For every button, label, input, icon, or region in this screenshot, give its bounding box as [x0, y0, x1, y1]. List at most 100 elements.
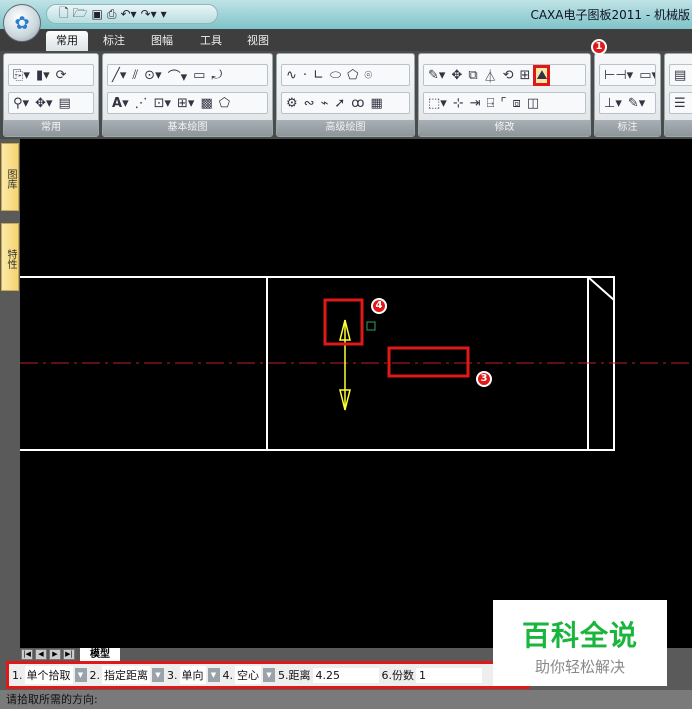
- scale-icon[interactable]: ⬚▾: [428, 96, 447, 111]
- chevron-down-icon[interactable]: ▼: [263, 668, 275, 682]
- polygon-icon[interactable]: ⬠: [347, 68, 358, 83]
- hatch-icon[interactable]: ▩: [200, 96, 212, 111]
- chevron-down-icon[interactable]: ▼: [74, 668, 87, 682]
- chamfer-icon[interactable]: ⌜: [500, 96, 506, 111]
- fill-select[interactable]: 空心: [235, 666, 261, 684]
- drawing-canvas[interactable]: 4 3: [9, 139, 692, 649]
- ellipse-icon[interactable]: ⬭: [330, 68, 341, 83]
- region-icon[interactable]: ⬠: [219, 96, 230, 111]
- break-line-icon[interactable]: ⌁: [321, 96, 329, 111]
- group-label: 修改: [419, 120, 590, 136]
- group-label: 高级绘图: [277, 120, 414, 136]
- status-prompt: 请拾取所需的方向:: [0, 690, 692, 709]
- chamfer-diagonal: [587, 276, 615, 301]
- distance-input[interactable]: 4.25: [312, 667, 379, 683]
- copies-input[interactable]: 1: [416, 667, 482, 683]
- tab-common[interactable]: 常用: [46, 31, 88, 51]
- move-icon[interactable]: ✥: [451, 68, 462, 83]
- gear-icon[interactable]: ⚙: [286, 96, 298, 111]
- mirror-icon[interactable]: ⏃: [484, 66, 497, 85]
- watermark-subtitle: 助你轻松解决: [534, 658, 625, 676]
- block-icon[interactable]: ⊡▾: [154, 96, 171, 111]
- explode-icon[interactable]: ⧈: [513, 96, 521, 111]
- pan-icon[interactable]: ✥▾: [35, 96, 52, 111]
- pick-mode-select[interactable]: 单个拾取: [24, 666, 73, 684]
- hole-icon[interactable]: ⌾: [364, 68, 372, 83]
- dimension-icon[interactable]: ⊢⊣▾: [604, 68, 633, 83]
- left-panel: 图库 特性: [0, 139, 20, 649]
- first-sheet-button[interactable]: |◀: [21, 649, 33, 660]
- library-tab[interactable]: 图库: [1, 143, 19, 211]
- group-label: 基本绘图: [103, 120, 272, 136]
- offset-icon[interactable]: ⛰: [533, 64, 551, 86]
- linetype-icon[interactable]: ☰: [674, 96, 686, 111]
- break-icon[interactable]: ◫: [527, 96, 539, 111]
- parallel-icon[interactable]: ⫽: [132, 68, 138, 83]
- next-sheet-button[interactable]: ▶: [49, 649, 61, 660]
- spline-icon[interactable]: ∿: [286, 68, 297, 83]
- group-modify: ✎▾ ✥ ⧉ ⏃ ⟲ ⊞ ⛰ ⬚▾ ⊹ ⇥ ⍈ ⌜ ⧈ ◫ 修改: [418, 53, 591, 137]
- option-1-label: 1.: [12, 668, 23, 682]
- line-icon[interactable]: ╱▾: [112, 68, 126, 83]
- chevron-down-icon[interactable]: ▼: [207, 668, 220, 682]
- distance-mode-select[interactable]: 指定距离: [102, 666, 150, 684]
- ribbon-tabs: 常用 标注 图幅 工具 视图: [0, 29, 692, 51]
- circle-icon[interactable]: ⊙▾: [144, 68, 161, 83]
- point-icon[interactable]: ·: [303, 68, 307, 83]
- group-common: ⎘▾ ▮▾ ⟳ ⚲▾ ✥▾ ▤ 常用: [3, 53, 99, 137]
- title-bar: 🗋 🗁 ▣ ⎙ ↶▾ ↷▾ ▾ CAXA电子图板2011 - 机械版: [0, 0, 692, 29]
- annotation-badge-1: 1: [591, 39, 607, 55]
- undo-icon[interactable]: ↶▾: [121, 7, 137, 21]
- group-label: 常用: [4, 120, 98, 136]
- application-menu-button[interactable]: ✿: [3, 4, 41, 42]
- refresh-icon[interactable]: ⟳: [56, 68, 67, 83]
- new-icon[interactable]: 🗋: [59, 4, 69, 25]
- centerline-icon[interactable]: ⋰: [135, 96, 148, 111]
- arrow-icon[interactable]: ➚: [334, 96, 345, 111]
- rotate-icon[interactable]: ⟲: [503, 68, 514, 83]
- properties-icon[interactable]: ▤: [58, 96, 70, 111]
- arc-icon[interactable]: ⌒▾: [168, 66, 188, 85]
- properties-tab[interactable]: 特性: [1, 223, 19, 291]
- edit-dim-icon[interactable]: ✎▾: [628, 96, 645, 111]
- zoom-icon[interactable]: ⚲▾: [13, 96, 29, 111]
- coordinate-dim-icon[interactable]: ▭▾: [639, 68, 655, 83]
- format-icon[interactable]: ▮▾: [36, 68, 50, 83]
- datum-icon[interactable]: ⊥▾: [604, 96, 622, 111]
- chevron-down-icon[interactable]: ▼: [152, 668, 164, 682]
- option-3-label: 3.: [167, 668, 178, 682]
- sheet-tab-model[interactable]: 模型: [80, 648, 120, 661]
- open-icon[interactable]: 🗁: [73, 4, 88, 25]
- array-icon[interactable]: ⊞: [520, 68, 531, 83]
- cursor-box: [366, 321, 376, 331]
- insert-icon[interactable]: ⊞▾: [177, 96, 194, 111]
- tab-tools[interactable]: 工具: [200, 31, 222, 51]
- print-icon[interactable]: ⎙: [107, 7, 117, 22]
- tab-frame[interactable]: 图幅: [151, 31, 173, 51]
- drawing: [9, 276, 692, 451]
- extend-icon[interactable]: ⇥: [470, 96, 481, 111]
- direction-select[interactable]: 单向: [179, 666, 206, 684]
- watermark-title: 百科全说: [521, 619, 638, 652]
- angle-line-icon[interactable]: ∟: [313, 68, 324, 83]
- rectangle-icon[interactable]: ▭: [193, 68, 205, 83]
- distance-label: 5.距离: [278, 669, 311, 682]
- stretch-icon[interactable]: ⍈: [487, 96, 495, 111]
- customize-icon[interactable]: ▾: [161, 7, 167, 21]
- prev-sheet-button[interactable]: ◀: [35, 649, 47, 660]
- table-icon[interactable]: ▦: [371, 96, 383, 111]
- paste-icon[interactable]: ⎘▾: [13, 68, 30, 83]
- layer-icon[interactable]: ▤: [674, 68, 686, 83]
- save-icon[interactable]: ▣: [92, 7, 103, 21]
- erase-icon[interactable]: ✎▾: [428, 68, 445, 83]
- redo-icon[interactable]: ↷▾: [141, 7, 157, 21]
- wave-icon[interactable]: ∾: [304, 96, 315, 111]
- copy-icon[interactable]: ⧉: [468, 68, 477, 83]
- tab-annotate[interactable]: 标注: [103, 31, 125, 51]
- fillet-icon[interactable]: ⤾: [211, 68, 222, 83]
- text-icon[interactable]: A▾: [112, 96, 129, 111]
- trim-icon[interactable]: ⊹: [453, 96, 464, 111]
- tab-view[interactable]: 视图: [247, 31, 269, 51]
- last-sheet-button[interactable]: ▶|: [63, 649, 75, 660]
- curve-icon[interactable]: ꝏ: [351, 96, 364, 111]
